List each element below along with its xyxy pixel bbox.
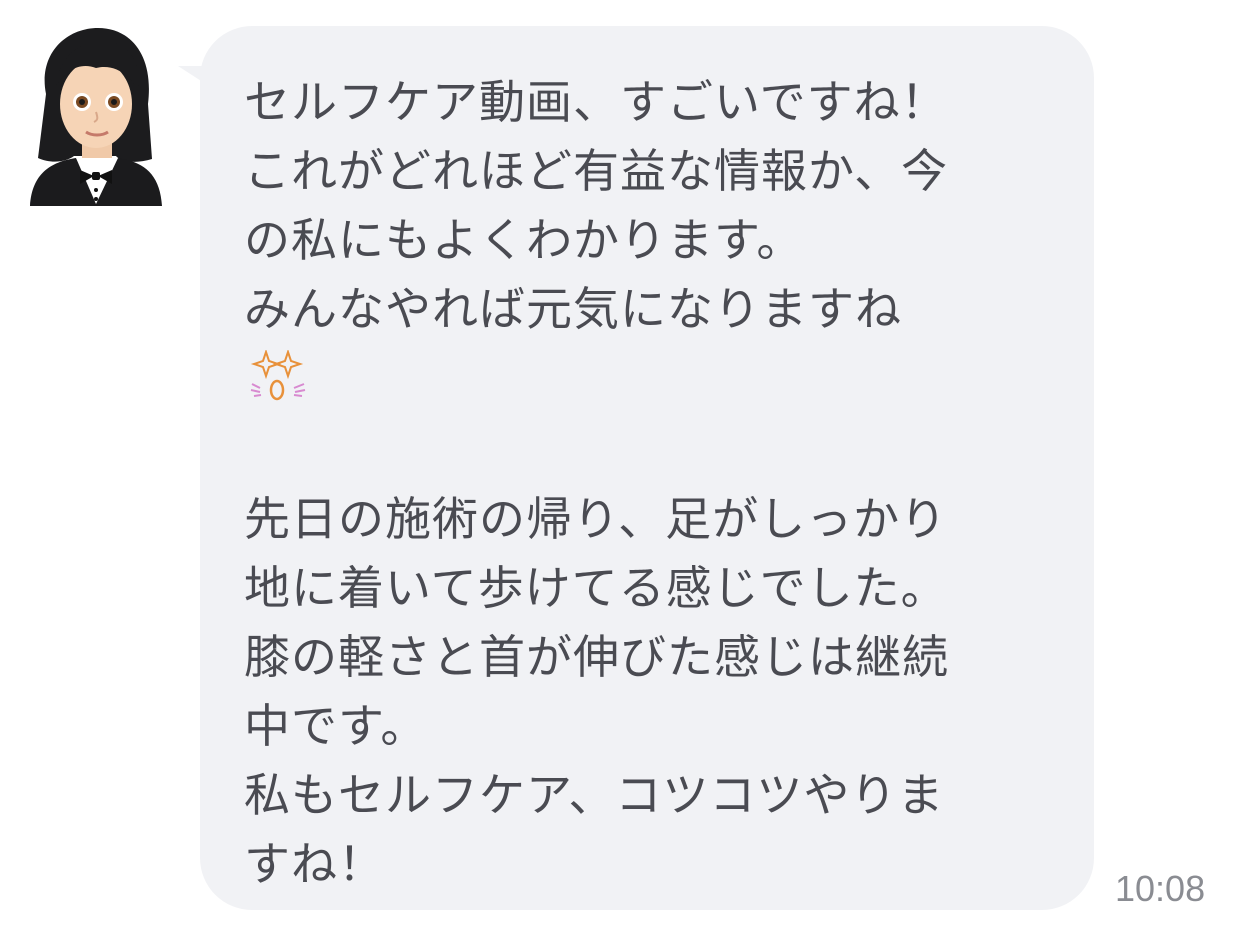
message-line: の私にもよくわかります。 [244, 213, 804, 267]
message-line: セルフケア動画、すごいですね！ [244, 75, 948, 129]
message-bubble[interactable]: セルフケア動画、すごいですね！ これがどれほど有益な情報か、今 の私にもよくわか… [200, 26, 1094, 910]
sender-avatar[interactable] [26, 24, 164, 206]
chat-message-row: セルフケア動画、すごいですね！ これがどれほど有益な情報か、今 の私にもよくわか… [0, 0, 1242, 935]
message-line: みんなやれば元気になりますね [244, 282, 902, 336]
sparkle-eyes-emoji-icon [250, 350, 306, 401]
woman-in-tuxedo-icon [30, 28, 162, 206]
message-line: 私もセルフケア、コツコツやりま [244, 768, 945, 822]
message-line: 膝の軽さと首が伸びた感じは継続 [244, 630, 949, 684]
message-line: 先日の施術の帰り、足がしっかり [244, 492, 948, 546]
message-line: すね！ [244, 837, 385, 891]
message-line: 地に着いて歩けてる感じでした。 [244, 561, 948, 615]
message-timestamp: 10:08 [1115, 868, 1206, 909]
message-line: これがどれほど有益な情報か、今 [244, 144, 949, 198]
emoji-line [244, 344, 1064, 416]
message-line: 中です。 [244, 699, 428, 753]
